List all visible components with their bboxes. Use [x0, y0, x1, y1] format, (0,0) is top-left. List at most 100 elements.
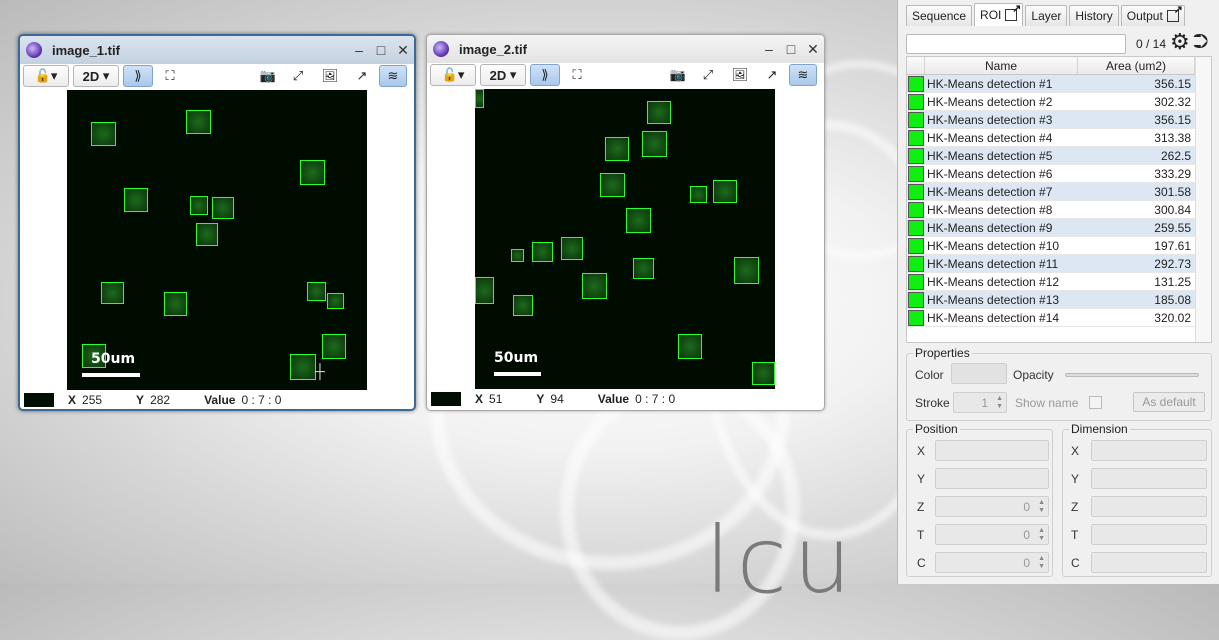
viewer-window-2[interactable]: image_2.tif – □ ✕ 🔓▾ 2D ▾ ⟫ ⛶ 📷 ⤢ 🖼 ↗ ≋ [426, 34, 825, 411]
roi-box[interactable] [647, 101, 671, 124]
roi-box[interactable] [600, 173, 625, 197]
roi-box[interactable] [196, 223, 218, 246]
table-row[interactable]: HK-Means detection #2 302.32 [907, 93, 1211, 111]
mode-select[interactable]: 2D ▾ [480, 64, 526, 86]
roi-box[interactable] [322, 334, 346, 359]
roi-color-cell[interactable] [907, 93, 925, 110]
external-icon[interactable] [1005, 2, 1021, 21]
maximize-icon[interactable]: □ [370, 42, 392, 58]
dimension-c-field[interactable] [1091, 552, 1207, 573]
roi-color-cell[interactable] [907, 291, 925, 308]
table-row[interactable]: HK-Means detection #6 333.29 [907, 165, 1211, 183]
roi-color-cell[interactable] [907, 237, 925, 254]
table-row[interactable]: HK-Means detection #13 185.08 [907, 291, 1211, 309]
tab-history[interactable]: History [1069, 5, 1119, 26]
roi-box[interactable] [513, 295, 533, 316]
tab-sequence[interactable]: Sequence [906, 5, 973, 26]
position-c-stepper[interactable]: 0 ▲ ▼ [935, 552, 1049, 573]
roi-color-cell[interactable] [907, 75, 925, 92]
minimize-icon[interactable]: – [348, 42, 370, 58]
roi-box[interactable] [190, 196, 208, 215]
roi-filter-input[interactable] [906, 34, 1126, 54]
roi-box[interactable] [642, 131, 667, 157]
roi-box[interactable] [713, 180, 737, 203]
roi-box[interactable] [475, 277, 494, 304]
show-name-checkbox[interactable] [1089, 396, 1102, 409]
roi-color-cell[interactable] [907, 201, 925, 218]
camera-icon[interactable]: 📷 [255, 65, 281, 87]
opacity-slider[interactable] [1065, 373, 1199, 377]
roi-box[interactable] [164, 292, 187, 316]
mode-select[interactable]: 2D ▾ [73, 65, 119, 87]
roi-box[interactable] [532, 242, 553, 262]
table-scrollbar[interactable] [1195, 57, 1211, 342]
roi-box[interactable] [124, 188, 148, 212]
layers-icon[interactable]: ≋ [379, 65, 407, 87]
table-row[interactable]: HK-Means detection #11 292.73 [907, 255, 1211, 273]
name-column-header[interactable]: Name [925, 57, 1078, 74]
roi-box[interactable] [91, 122, 116, 146]
viewer-titlebar[interactable]: image_1.tif – □ ✕ [20, 36, 414, 64]
gear-icon[interactable]: ⚙ [1170, 29, 1190, 55]
roi-box[interactable] [101, 282, 124, 304]
table-row[interactable]: HK-Means detection #1 356.15 [907, 75, 1211, 93]
external-icon[interactable] [1166, 3, 1183, 22]
position-t-stepper[interactable]: 0 ▲ ▼ [935, 524, 1049, 545]
roi-box[interactable] [582, 273, 607, 299]
roi-box[interactable] [752, 362, 775, 385]
tab-layer[interactable]: Layer [1025, 5, 1068, 26]
table-row[interactable]: HK-Means detection #8 300.84 [907, 201, 1211, 219]
viewer-titlebar[interactable]: image_2.tif – □ ✕ [427, 35, 824, 63]
roi-color-cell[interactable] [907, 183, 925, 200]
roi-box[interactable] [605, 137, 629, 161]
roi-box[interactable] [307, 282, 326, 301]
gallery-icon[interactable]: 🖼 [725, 64, 755, 86]
table-row[interactable]: HK-Means detection #4 313.38 [907, 129, 1211, 147]
table-row[interactable]: HK-Means detection #12 131.25 [907, 273, 1211, 291]
tab-roi[interactable]: ROI [974, 2, 1024, 26]
fit-icon[interactable]: ⛶ [564, 64, 590, 86]
roi-box[interactable] [186, 110, 211, 134]
roi-box[interactable] [734, 257, 759, 284]
spinner-icon[interactable]: ▲ ▼ [1038, 555, 1045, 571]
image-view[interactable]: 50um [475, 89, 775, 389]
spinner-icon[interactable]: ▲ ▼ [1038, 499, 1045, 515]
roi-color-cell[interactable] [907, 309, 925, 326]
lock-icon[interactable]: 🔓▾ [430, 64, 476, 86]
roi-box[interactable] [327, 293, 344, 309]
close-icon[interactable]: ✕ [392, 42, 414, 59]
minimize-icon[interactable]: – [758, 41, 780, 57]
roi-box[interactable] [561, 237, 583, 260]
table-row[interactable]: HK-Means detection #3 356.15 [907, 111, 1211, 129]
roi-box[interactable] [626, 208, 651, 233]
roi-box[interactable] [633, 258, 654, 279]
roi-color-cell[interactable] [907, 147, 925, 164]
image-canvas[interactable]: 50um [427, 89, 824, 389]
roi-color-cell[interactable] [907, 111, 925, 128]
maximize-icon[interactable]: □ [780, 41, 802, 57]
external-icon[interactable]: ↗ [759, 64, 785, 86]
roi-color-cell[interactable] [907, 129, 925, 146]
fit-icon[interactable]: ⛶ [157, 65, 183, 87]
color-column-header[interactable] [907, 57, 925, 74]
table-row[interactable]: HK-Means detection #14 320.02 [907, 309, 1211, 327]
capture-icon[interactable]: ⤢ [285, 65, 311, 87]
layers-icon[interactable]: ≋ [789, 64, 817, 86]
close-icon[interactable]: ✕ [802, 41, 824, 58]
viewer-window-1[interactable]: image_1.tif – □ ✕ 🔓▾ 2D ▾ ⟫ ⛶ 📷 ⤢ 🖼 ↗ ≋ [18, 34, 416, 411]
roi-color-cell[interactable] [907, 255, 925, 272]
image-view[interactable]: 50um ┼ [67, 90, 367, 390]
table-row[interactable]: HK-Means detection #5 262.5 [907, 147, 1211, 165]
roi-box[interactable] [290, 354, 316, 380]
roi-box[interactable] [678, 334, 702, 359]
dimension-z-field[interactable] [1091, 496, 1207, 517]
roi-color-cell[interactable] [907, 219, 925, 236]
roi-box[interactable] [475, 89, 484, 108]
image-canvas[interactable]: 50um ┼ [20, 90, 414, 390]
lock-icon[interactable]: 🔓▾ [23, 65, 69, 87]
tab-output[interactable]: Output [1120, 3, 1185, 26]
table-row[interactable]: HK-Means detection #9 259.55 [907, 219, 1211, 237]
as-default-button[interactable]: As default [1133, 392, 1205, 412]
gallery-icon[interactable]: 🖼 [315, 65, 345, 87]
area-column-header[interactable]: Area (um2) [1078, 57, 1195, 74]
